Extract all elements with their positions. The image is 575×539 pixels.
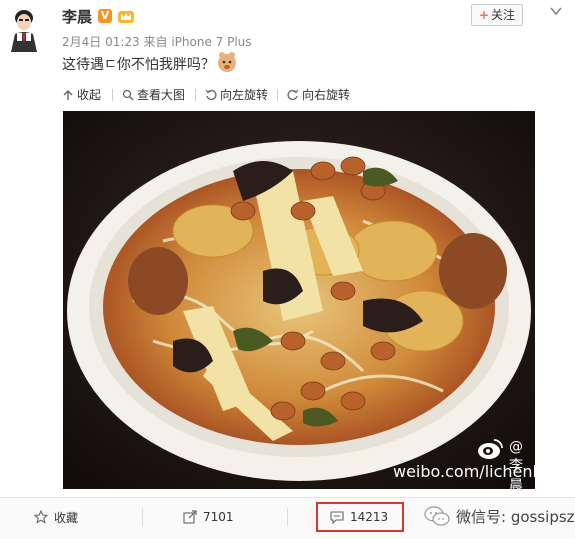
rotate-left-button[interactable]: 向左旋转: [205, 86, 268, 103]
comment-count: 14213: [350, 510, 389, 524]
post-source[interactable]: iPhone 7 Plus: [171, 35, 251, 49]
post-meta: 2月4日 01:23 来自 iPhone 7 Plus: [62, 33, 252, 50]
rotate-right-button[interactable]: 向右旋转: [287, 86, 350, 103]
divider: [195, 89, 196, 101]
repost-count: 7101: [203, 510, 234, 524]
star-icon: [34, 510, 48, 524]
divider: [112, 89, 113, 101]
repost-button[interactable]: 7101: [183, 498, 234, 536]
weibo-post: 李晨 V 2月4日 01:23 来自 iPhone 7 Plus + 关注 这待遇…: [0, 0, 575, 539]
chevron-down-icon[interactable]: [548, 4, 564, 18]
zoom-icon: [122, 89, 134, 100]
comment-button[interactable]: 14213: [330, 498, 388, 536]
post-text: 这待遇ㄷ你不怕我胖吗？: [62, 57, 215, 73]
view-large-label: 查看大图: [137, 88, 186, 102]
follow-label: 关注: [491, 8, 516, 22]
collect-button[interactable]: 收起: [62, 86, 101, 103]
wechat-watermark: 微信号: gossipsz: [424, 501, 575, 531]
rotate-right-label: 向右旋转: [302, 88, 351, 102]
collect-icon: [63, 89, 73, 100]
divider: [287, 508, 288, 526]
repost-icon: [183, 510, 197, 524]
rotate-right-icon: [287, 89, 299, 100]
rotate-left-icon: [205, 89, 217, 100]
avatar[interactable]: [7, 6, 41, 52]
rotate-left-label: 向左旋转: [220, 88, 269, 102]
divider: [142, 508, 143, 526]
verified-icon: V: [98, 9, 112, 23]
watermark-url: weibo.com/lichenlichen: [393, 462, 535, 481]
favorite-button[interactable]: 收藏: [34, 498, 78, 536]
source-prefix: 来自: [143, 35, 168, 49]
post-time[interactable]: 2月4日 01:23: [62, 35, 140, 49]
wechat-id: 微信号: gossipsz: [456, 507, 575, 526]
emoji-icon: [218, 52, 236, 72]
follow-button[interactable]: + 关注: [471, 4, 523, 26]
favorite-label: 收藏: [54, 510, 79, 525]
divider: [277, 89, 278, 101]
author-name[interactable]: 李晨: [62, 6, 92, 27]
collect-label: 收起: [77, 88, 102, 102]
wechat-icon: [424, 506, 450, 526]
crown-icon: [118, 11, 134, 23]
comment-icon: [330, 511, 344, 524]
plus-icon: +: [478, 8, 490, 22]
food-photo[interactable]: @李晨 weibo.com/lichenlichen: [63, 111, 535, 489]
view-large-button[interactable]: 查看大图: [122, 86, 185, 103]
action-bar: 收藏 7101 14213 微信号: gossipsz: [0, 497, 575, 539]
noodle-bowl-image: [63, 111, 535, 489]
